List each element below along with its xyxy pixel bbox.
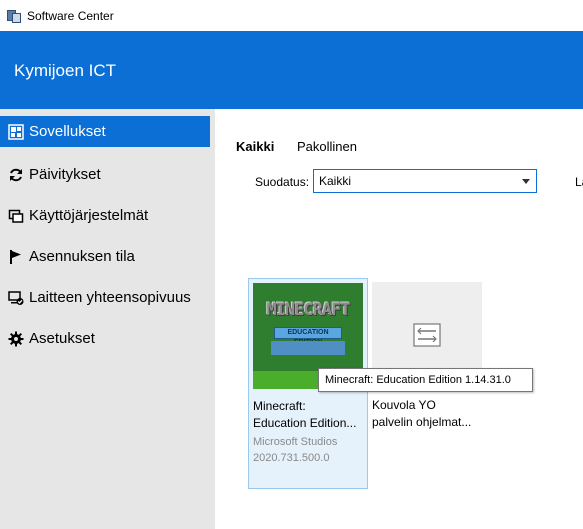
- sidebar-item-paivitykset[interactable]: Päivitykset: [0, 159, 210, 190]
- title-bar: Software Center: [0, 0, 583, 31]
- gear-icon: [7, 330, 25, 348]
- minecraft-logo-text: MINECRAFT: [266, 300, 350, 320]
- app-tooltip: Minecraft: Education Edition 1.14.31.0: [318, 368, 533, 392]
- sidebar: Sovellukset Päivitykset Käyttöjärjestelm…: [0, 109, 215, 529]
- app-name: Minecraft: Education Edition...: [253, 399, 357, 430]
- device-check-icon: [7, 289, 25, 307]
- window-title: Software Center: [27, 8, 114, 23]
- app-meta: Microsoft Studios 2020.731.500.0: [253, 434, 337, 466]
- app-publisher: Microsoft Studios: [253, 436, 338, 448]
- flag-icon: [7, 248, 25, 266]
- filter-dropdown[interactable]: Kaikki: [313, 169, 537, 193]
- package-icon: [413, 323, 441, 347]
- sidebar-item-asetukset[interactable]: Asetukset: [0, 323, 210, 354]
- sidebar-item-kayttojarjestelmat[interactable]: Käyttöjärjestelmät: [0, 200, 210, 231]
- sidebar-item-label: Laitteen yhteensopivuus: [29, 289, 191, 306]
- sidebar-item-label: Asetukset: [29, 330, 95, 347]
- filter-label: Suodatus:: [255, 175, 310, 189]
- refresh-icon: [7, 166, 25, 184]
- main-content: Kaikki Pakollinen Suodatus: Kaikki La MI…: [215, 109, 583, 529]
- windows-stack-icon: [7, 207, 25, 225]
- app-version: 2020.731.500.0: [253, 452, 330, 464]
- filter-value: Kaikki: [319, 174, 352, 188]
- tab-kaikki[interactable]: Kaikki: [236, 139, 274, 154]
- sidebar-item-sovellukset[interactable]: Sovellukset: [0, 116, 210, 147]
- sidebar-item-laitteen-yhteensopivuus[interactable]: Laitteen yhteensopivuus: [0, 282, 210, 313]
- sidebar-item-label: Päivitykset: [29, 166, 101, 183]
- chevron-down-icon: [522, 179, 530, 184]
- apps-grid-icon: [7, 123, 25, 141]
- sidebar-item-label: Käyttöjärjestelmät: [29, 207, 149, 224]
- sidebar-item-asennuksen-tila[interactable]: Asennuksen tila: [0, 241, 210, 272]
- tab-pakollinen[interactable]: Pakollinen: [297, 139, 357, 154]
- sidebar-item-label: Sovellukset: [29, 123, 106, 140]
- organization-name: Kymijoen ICT: [14, 61, 117, 80]
- app-name: Kouvola YO palvelin ohjelmat...: [372, 398, 472, 429]
- sidebar-item-label: Asennuksen tila: [29, 248, 135, 265]
- header-banner: Kymijoen ICT: [0, 31, 583, 109]
- software-center-icon: [6, 8, 22, 24]
- sort-label: La: [575, 175, 583, 189]
- minecraft-logo-subtext: EDUCATION EDITION: [274, 327, 342, 346]
